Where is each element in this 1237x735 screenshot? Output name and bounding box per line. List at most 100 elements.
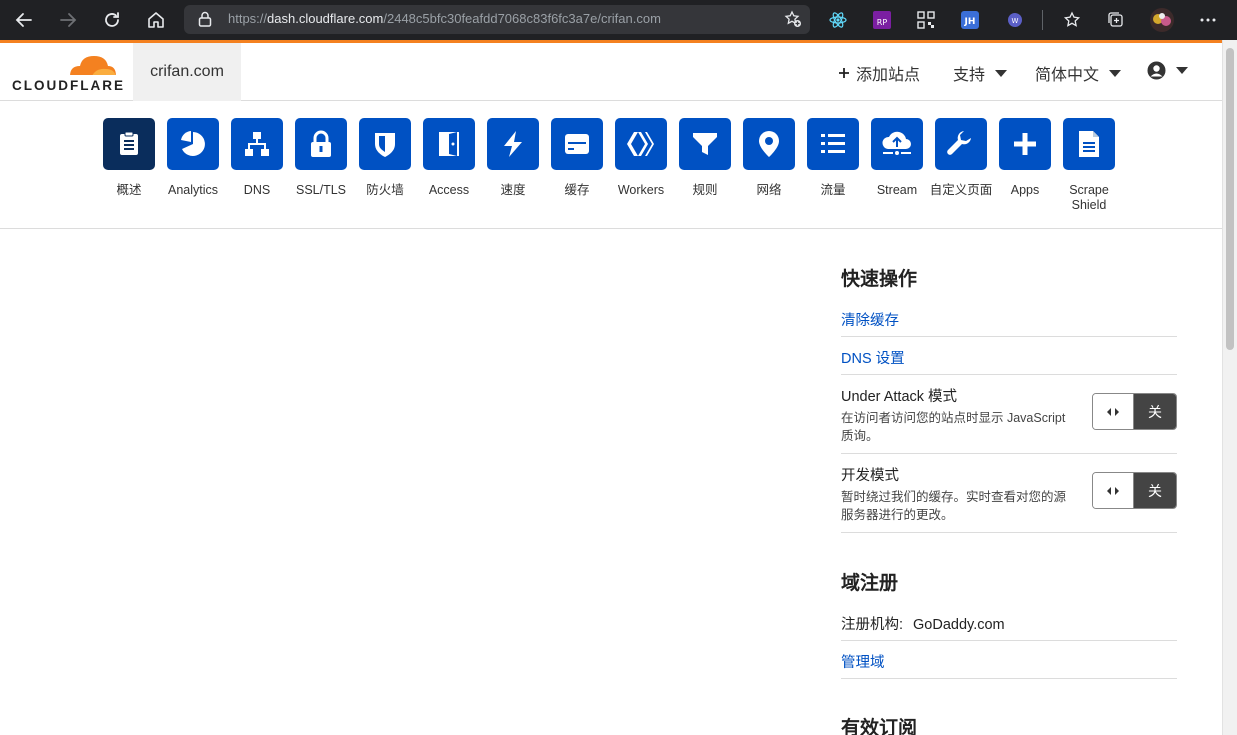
home-button[interactable] (140, 4, 172, 36)
pie-chart-icon (181, 131, 205, 156)
back-button[interactable] (8, 4, 40, 36)
door-icon (439, 132, 459, 156)
qr-code-icon[interactable] (914, 8, 938, 32)
divider (841, 336, 1177, 337)
nav-tile-dns[interactable]: DNS (225, 118, 289, 198)
scrollbar-thumb[interactable] (1226, 48, 1234, 350)
cloudflare-logo[interactable]: CLOUDFLARE (12, 51, 123, 93)
url-path: /2448c5bfc30feafdd7068c83f6fc3a7e/crifan… (383, 11, 661, 26)
toolbar-separator (1042, 10, 1043, 30)
nav-label: 规则 (692, 183, 718, 197)
workers-icon (627, 132, 654, 156)
page-scrollbar[interactable] (1222, 40, 1237, 735)
nav-tile-cache[interactable]: 缓存 (545, 118, 609, 198)
nav-tile-box (551, 118, 603, 170)
arrow-left-icon (15, 13, 32, 27)
manage-domain-link[interactable]: 管理域 (841, 651, 885, 672)
nav-tile-box (743, 118, 795, 170)
nav-tile-ssl-tls[interactable]: SSL/TLS (289, 118, 353, 198)
nav-tile-box (167, 118, 219, 170)
nav-tile-box (935, 118, 987, 170)
nav-tile-apps[interactable]: Apps (993, 118, 1057, 198)
registrar-row: 注册机构: GoDaddy.com (841, 613, 1005, 634)
nav-tile-analytics[interactable]: Analytics (161, 118, 225, 198)
dev-mode-toggle[interactable]: 关 (1092, 472, 1177, 509)
toggle-knob (1093, 394, 1134, 429)
nav-tile-traffic[interactable]: 流量 (801, 118, 865, 198)
nav-tile-workers[interactable]: Workers (609, 118, 673, 198)
nav-tile-rules[interactable]: 规则 (673, 118, 737, 198)
collections-icon[interactable] (1104, 8, 1128, 32)
lightning-icon (504, 131, 522, 157)
rp-extension-icon[interactable]: RP (870, 8, 894, 32)
nav-label: Workers (617, 183, 665, 197)
filter-icon (693, 133, 717, 155)
nav-tile-stream[interactable]: Stream (865, 118, 929, 198)
account-dropdown[interactable] (1147, 61, 1188, 80)
nav-label: 自定义页面 (929, 183, 993, 197)
nav-tile-box (103, 118, 155, 170)
registrar-label: 注册机构: (841, 617, 904, 633)
forward-button[interactable] (52, 4, 84, 36)
site-name-tab[interactable]: crifan.com (133, 43, 241, 101)
shield-icon (375, 133, 395, 157)
domain-registration-title: 域注册 (841, 573, 899, 594)
reload-button[interactable] (96, 4, 128, 36)
nav-tile-network[interactable]: 网络 (737, 118, 801, 198)
file-icon (1079, 131, 1099, 157)
nav-tile-box (999, 118, 1051, 170)
profile-avatar[interactable] (1149, 7, 1175, 33)
language-dropdown[interactable]: 简体中文 (1035, 61, 1122, 85)
url-host: dash.cloudflare.com (267, 11, 384, 26)
translate-extension-icon[interactable]: W (1003, 8, 1027, 32)
purge-cache-link[interactable]: 清除缓存 (841, 309, 899, 330)
list-icon (821, 134, 845, 153)
nav-label: Stream (876, 183, 918, 197)
under-attack-toggle[interactable]: 关 (1092, 393, 1177, 430)
nav-label: DNS (243, 183, 271, 197)
subscriptions-title: 有效订阅 (841, 718, 918, 735)
nav-tile-box (679, 118, 731, 170)
jh-extension-icon[interactable]: JH (958, 8, 982, 32)
nav-label-line1: Scrape (1069, 183, 1109, 197)
arrow-right-icon (60, 13, 77, 27)
cloud-upload-icon (882, 131, 911, 155)
url-scheme: https:// (228, 11, 268, 26)
dev-mode-title: 开发模式 (841, 468, 899, 484)
favorites-icon[interactable] (1060, 8, 1084, 32)
divider (841, 640, 1177, 641)
nav-label: 流量 (820, 183, 846, 197)
nav-label: 防火墙 (366, 183, 404, 197)
nav-tile-box (807, 118, 859, 170)
react-devtools-icon[interactable] (826, 8, 850, 32)
zone-navigation: 概述 Analytics DNS SSL/TLS 防火墙 Access 速度 缓… (0, 101, 1222, 229)
add-site-button[interactable]: 添加站点 (838, 61, 920, 85)
nav-tile-firewall[interactable]: 防火墙 (353, 118, 417, 198)
chevron-down-icon (1176, 67, 1188, 74)
dev-mode-description: 暂时绕过我们的缓存。实时查看对您的源服务器进行的更改。 (841, 490, 1067, 522)
wrench-icon (947, 131, 971, 155)
nav-tile-speed[interactable]: 速度 (481, 118, 545, 198)
nav-label: 缓存 (564, 183, 590, 197)
more-menu-icon[interactable] (1196, 8, 1220, 32)
nav-tile-custom-pages[interactable]: 自定义页面 (929, 118, 993, 198)
nav-label-line2: Shield (1071, 198, 1107, 212)
divider (841, 374, 1177, 375)
nav-tile-access[interactable]: Access (417, 118, 481, 198)
nav-label: Access (428, 183, 470, 197)
nav-tile-scrape-shield[interactable]: Scrape Shield (1057, 118, 1121, 213)
url-text: https://dash.cloudflare.com/2448c5bfc30f… (228, 11, 661, 26)
nav-tile-box (231, 118, 283, 170)
nav-tile-overview[interactable]: 概述 (97, 118, 161, 198)
add-favorite-icon[interactable] (784, 10, 802, 33)
nav-tile-box (1063, 118, 1115, 170)
site-header: CLOUDFLARE crifan.com 添加站点 支持 简体中文 (0, 43, 1222, 101)
support-dropdown[interactable]: 支持 (953, 61, 1008, 85)
cloud-logo-icon (66, 56, 118, 78)
toggle-state: 关 (1134, 473, 1176, 508)
dns-settings-link[interactable]: DNS 设置 (841, 347, 905, 368)
plus-icon (839, 68, 849, 78)
lock-icon (311, 130, 331, 157)
lock-icon (198, 11, 212, 32)
address-bar[interactable]: https://dash.cloudflare.com/2448c5bfc30f… (184, 5, 810, 34)
